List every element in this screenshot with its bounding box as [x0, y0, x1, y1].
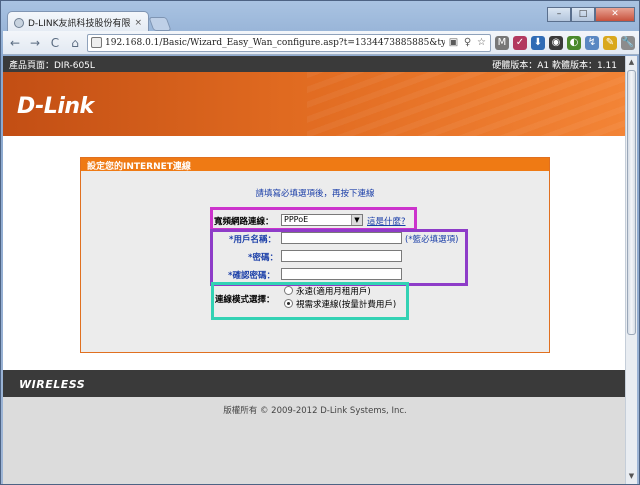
scroll-down-icon[interactable]: ▼	[627, 472, 636, 482]
android-extension-icon[interactable]: ◐	[567, 35, 581, 50]
download-extension-icon[interactable]: ⬇	[531, 35, 545, 50]
bookmark-star-icon[interactable]: ☆	[476, 37, 487, 48]
gmail-extension-icon[interactable]: M	[495, 35, 509, 50]
dlink-logo: D-Link	[17, 94, 94, 119]
home-button[interactable]: ⌂	[67, 35, 83, 51]
page-action-icon[interactable]: ▣	[448, 37, 459, 48]
share-extension-icon[interactable]: ↯	[585, 35, 599, 50]
new-tab-button[interactable]	[148, 17, 172, 31]
connection-mode-highlight	[211, 282, 409, 320]
forward-button[interactable]: →	[27, 35, 43, 51]
page-icon	[91, 37, 102, 48]
favicon-icon	[14, 17, 24, 28]
checker-extension-icon[interactable]: ✓	[513, 35, 527, 50]
vertical-scrollbar[interactable]: ▲ ▼	[625, 56, 637, 484]
tab-strip: D-LINK友訊科技股份有限公司 × – □ ✕	[1, 7, 640, 33]
browser-toolbar: ← → C ⌂ 192.168.0.1/Basic/Wizard_Easy_Wa…	[3, 31, 639, 55]
device-info-bar: 產品頁面：DIR-605L 硬體版本：A1 軟體版本：1.11	[3, 56, 627, 72]
scroll-thumb[interactable]	[627, 70, 636, 335]
product-page-label: 產品頁面：DIR-605L	[9, 60, 95, 71]
close-window-button[interactable]: ✕	[595, 7, 635, 22]
mouse-cursor-icon	[612, 313, 617, 327]
back-button[interactable]: ←	[7, 35, 23, 51]
version-label: 硬體版本：A1 軟體版本：1.11	[492, 60, 617, 71]
maximize-button[interactable]: □	[571, 7, 595, 22]
minimize-button[interactable]: –	[547, 7, 571, 22]
browser-tab[interactable]: D-LINK友訊科技股份有限公司 ×	[7, 11, 149, 33]
window-controls: – □ ✕	[547, 7, 635, 22]
dlink-banner: D-Link	[3, 72, 627, 136]
wrench-menu-icon[interactable]: 🔧	[621, 35, 635, 50]
address-bar[interactable]: 192.168.0.1/Basic/Wizard_Easy_Wan_config…	[87, 33, 491, 52]
wan-type-highlight	[210, 207, 417, 231]
internet-setup-panel: 設定您的INTERNET連線 請填寫必填選項後，再按下連線 寬頻網路連線： PP…	[80, 157, 550, 387]
instruction-text: 請填寫必填選項後，再按下連線	[255, 189, 375, 199]
location-icon[interactable]: ♀	[462, 37, 473, 48]
pencil-extension-icon[interactable]: ✎	[603, 35, 617, 50]
reload-button[interactable]: C	[47, 35, 63, 51]
tab-close-icon[interactable]: ×	[134, 18, 142, 28]
copyright-text: 版權所有 © 2009-2012 D-Link Systems, Inc.	[223, 406, 407, 416]
browser-window: D-LINK友訊科技股份有限公司 × – □ ✕ ← → C ⌂ 192.168…	[0, 0, 640, 485]
url-text[interactable]: 192.168.0.1/Basic/Wizard_Easy_Wan_config…	[105, 38, 445, 48]
panel-title: 設定您的INTERNET連線	[81, 158, 549, 172]
page-viewport: 產品頁面：DIR-605L 硬體版本：A1 軟體版本：1.11 D-Link 設…	[3, 56, 627, 484]
tab-title: D-LINK友訊科技股份有限公司	[28, 19, 131, 29]
camera-extension-icon[interactable]: ◉	[549, 35, 563, 50]
footer-bar: WIRELESS	[3, 370, 627, 397]
wireless-brand: WIRELESS	[19, 378, 86, 391]
scroll-up-icon[interactable]: ▲	[627, 58, 636, 68]
credentials-highlight	[210, 229, 468, 286]
